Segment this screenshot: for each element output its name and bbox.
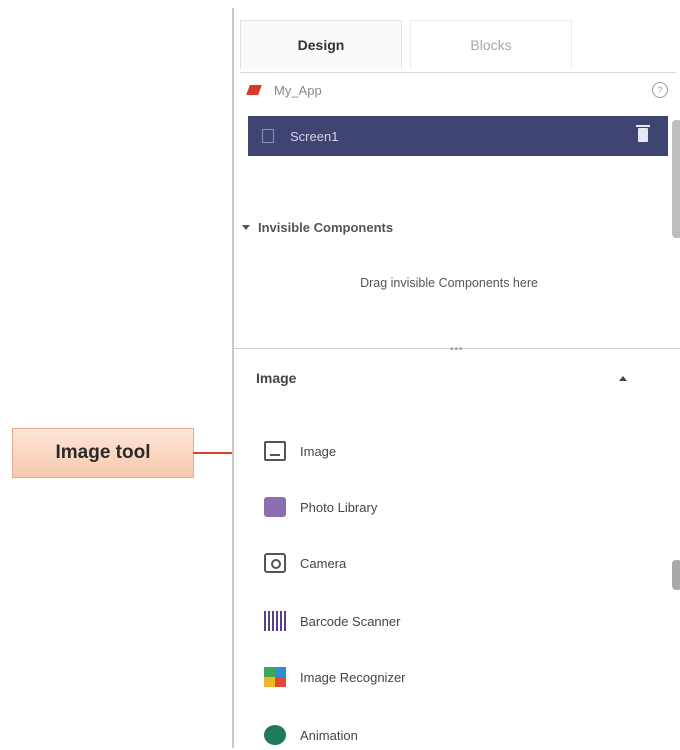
- palette-scrollbar[interactable]: [672, 560, 680, 590]
- palette-item-photo-library[interactable]: Photo Library: [264, 492, 377, 522]
- tree-item-app[interactable]: My_App ?: [246, 70, 668, 110]
- tab-design-label: Design: [297, 37, 345, 53]
- image-tool-callout: Image tool: [12, 428, 194, 478]
- view-tabs: Design Blocks: [240, 16, 676, 73]
- caret-up-icon[interactable]: [619, 376, 627, 381]
- palette-item-image-recognizer[interactable]: Image Recognizer: [264, 662, 406, 692]
- caret-down-icon: [242, 225, 250, 230]
- image-recognizer-icon: [264, 667, 286, 687]
- app-icon: [246, 85, 262, 95]
- palette-item-animation[interactable]: Animation: [264, 720, 358, 750]
- barcode-icon: [264, 611, 286, 631]
- palette-item-barcode-scanner[interactable]: Barcode Scanner: [264, 606, 400, 636]
- tab-design[interactable]: Design: [240, 20, 402, 69]
- screen-icon: [262, 129, 274, 143]
- invisible-components-header[interactable]: Invisible Components: [242, 220, 393, 235]
- resize-handle-icon[interactable]: •••: [450, 344, 464, 355]
- tree-item-screen[interactable]: Screen1: [248, 116, 668, 156]
- trash-icon[interactable]: [636, 125, 650, 142]
- palette-item-camera[interactable]: Camera: [264, 548, 346, 578]
- settings-icon[interactable]: ?: [652, 82, 668, 98]
- animation-icon: [264, 725, 286, 745]
- palette-item-label: Barcode Scanner: [300, 613, 401, 629]
- palette-item-label: Photo Library: [300, 499, 378, 515]
- screen-name: Screen1: [290, 128, 339, 144]
- palette-item-label: Camera: [300, 555, 347, 571]
- invisible-components-dropzone[interactable]: Drag invisible Components here: [234, 276, 664, 290]
- palette-section-title[interactable]: Image: [256, 370, 296, 386]
- palette-item-label: Animation: [300, 727, 358, 743]
- invisible-components-title: Invisible Components: [258, 220, 394, 235]
- tree-scrollbar[interactable]: [672, 120, 680, 238]
- palette-item-label: Image Recognizer: [300, 669, 406, 685]
- app-name: My_App: [274, 82, 322, 98]
- image-icon: [264, 441, 286, 461]
- camera-icon: [264, 553, 286, 573]
- tab-blocks[interactable]: Blocks: [410, 20, 572, 69]
- callout-label: Image tool: [55, 442, 151, 463]
- tab-blocks-label: Blocks: [470, 37, 512, 53]
- palette-item-image[interactable]: Image: [264, 436, 336, 466]
- photo-library-icon: [264, 497, 286, 517]
- palette-item-label: Image: [300, 443, 337, 459]
- designer-panel: Design Blocks My_App ? Screen1 Invisible…: [232, 8, 680, 748]
